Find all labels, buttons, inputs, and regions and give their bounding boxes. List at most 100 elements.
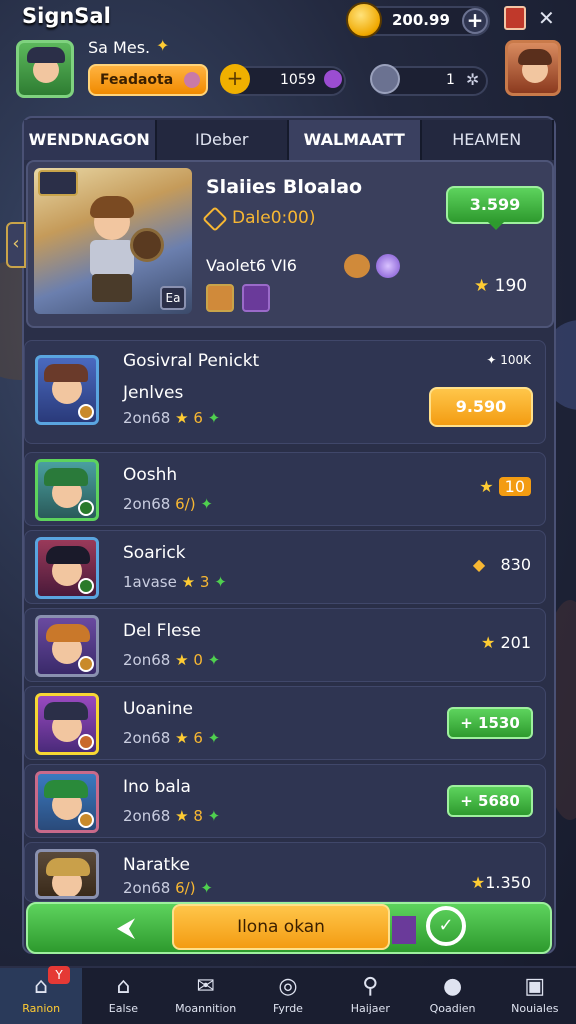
plus-icon: ✦ [200,495,213,513]
featured-row-text: Vaolet6 VI6 [206,256,297,275]
back-arrow-icon[interactable]: ⮜ [96,908,156,948]
row-value: ◆ 830 [473,555,531,574]
nav-fyrde[interactable]: ◎ Fyrde [247,968,329,1024]
tab-ideber[interactable]: IDeber [156,120,289,160]
chevron-left-icon[interactable]: ‹ [6,222,26,268]
pet-icons [344,254,404,278]
character-meta: 2on68 6/) ✦ [123,495,213,513]
list-item[interactable]: Soarick 1avase ★ 3 ✦ ◆ 830 [24,530,546,604]
coin-icon [346,2,382,38]
main-action-button[interactable]: Ilona okan [172,904,390,950]
add-coins-button[interactable]: + [462,8,488,34]
row-value-text: 10 [498,477,531,496]
green-buy-button[interactable]: + 1530 [447,707,533,739]
star-icon: ✦ [156,36,170,55]
character-meta: 2on68 ★ 0 ✦ [123,651,220,669]
nav-label: Haijaer [350,1002,390,1015]
character-meta: 2on68 ★ 8 ✦ [123,807,220,825]
nav-label: Moannition [175,1002,237,1015]
item-icon [206,284,234,312]
list-item[interactable]: Gosivral Penickt Jenlves 2on68 ★ 6 ✦ ✦ 1… [24,340,546,444]
star-icon: ★ [175,729,189,747]
badge-icon [78,812,94,828]
nav-nouiales[interactable]: ▣ Nouiales [494,968,576,1024]
event-button[interactable]: Feadaota [88,64,208,96]
list-item[interactable]: Del Flese 2on68 ★ 0 ✦ ★ 201 [24,608,546,682]
row-value-text: 830 [500,555,531,574]
badge-icon [78,656,94,672]
badge-icon [78,404,94,420]
row-value: ★ 10 [479,477,531,496]
avatar-hat [27,47,65,63]
list-item[interactable]: Ooshh 2on68 6/) ✦ ★ 10 [24,452,546,526]
character-avatar [35,693,99,755]
plus-icon[interactable]: + [220,64,250,94]
item-icon [242,284,270,312]
book-icon[interactable] [504,6,526,30]
notification-badge: Y [48,966,70,984]
green-buy-button[interactable]: + 5680 [447,785,533,817]
gear-icon[interactable] [370,64,400,94]
row-value: ★ 201 [481,633,531,652]
top-bar: SignSal 200.99 + ✕ Sa Mes. ✦ Feadaota + … [0,0,576,110]
meta-prefix: 2on68 [123,729,171,747]
tools-icon[interactable]: ✕ [538,6,555,30]
plus-icon: ✦ [207,409,221,427]
avatar-hat [44,702,88,720]
nav-label: Qoadien [429,1002,476,1015]
list-item[interactable]: Ino bala 2on68 ★ 8 ✦ + 5680 [24,764,546,838]
featured-hero-image: Ea [34,168,192,314]
hero-hair [90,196,134,218]
meta-number: 6/) [175,495,196,513]
nav-ealse[interactable]: ⌂ Ealse [82,968,164,1024]
list-item[interactable]: Uoanine 2on68 ★ 6 ✦ + 1530 [24,686,546,760]
plus-icon: ✦ [207,807,221,825]
featured-title: Slaiies Bloalao [206,176,363,198]
nav-haijaer[interactable]: ⚲ Haijaer [329,968,411,1024]
row-value-text: 201 [500,633,531,652]
tab-wendnagon[interactable]: WENDNAGON [24,120,157,160]
character-name: Soarick [123,543,186,563]
diamond-icon: ◆ [472,555,486,574]
green-buy-button-label: 1530 [478,714,520,732]
featured-buy-button[interactable]: 3.599 [446,186,544,230]
character-avatar [35,459,99,521]
character-avatar [35,849,99,899]
nav-label: Fyrde [273,1002,303,1015]
person-icon: ● [442,974,463,999]
tab-heamen[interactable]: HEAMEN [421,120,554,160]
tab-bar: WENDNAGON IDeber WALMAATT HEAMEN [24,120,554,160]
corner-badge: Ea [160,286,186,310]
game-title: SignSal [22,4,111,28]
plus-icon: + [460,714,473,732]
list-item[interactable]: Naratke 2on68 6/) ✦ ★1.350 [24,842,546,902]
plus-icon: ✦ [207,651,221,669]
shield-icon [130,228,164,262]
nav-ranion[interactable]: ⌂ Y Ranion [0,966,83,1024]
tab-walmaatt[interactable]: WALMAATT [289,120,422,160]
character-avatar [35,355,99,425]
character-avatar [35,771,99,833]
plus-icon: ✦ [207,729,221,747]
character-name: Uoanine [123,699,193,719]
friend-avatar[interactable] [505,40,561,96]
gem-icon [184,72,200,88]
badge-icon [78,734,94,750]
player-avatar[interactable] [16,40,74,98]
plus-icon: ✦ [200,879,213,897]
character-name: Ooshh [123,465,178,485]
avatar-hat [44,780,88,798]
nav-label: Ealse [108,1002,139,1015]
plus-icon: ✦ [214,573,227,591]
avatar-hat [44,364,88,382]
star-icon: ★ [175,409,189,427]
orb-icon [376,254,400,278]
hero-legs [92,274,132,302]
refresh-icon[interactable]: ✓ [426,906,466,946]
coin-amount: 200.99 [392,11,450,29]
nav-moannition[interactable]: ✉ Moannition [165,968,247,1024]
nav-qoadien[interactable]: ● Qoadien [411,968,493,1024]
gold-buy-button[interactable]: 9.590 [429,387,533,427]
nav-label: Ranion [22,1002,61,1015]
featured-stars: ★ 190 [474,276,527,296]
